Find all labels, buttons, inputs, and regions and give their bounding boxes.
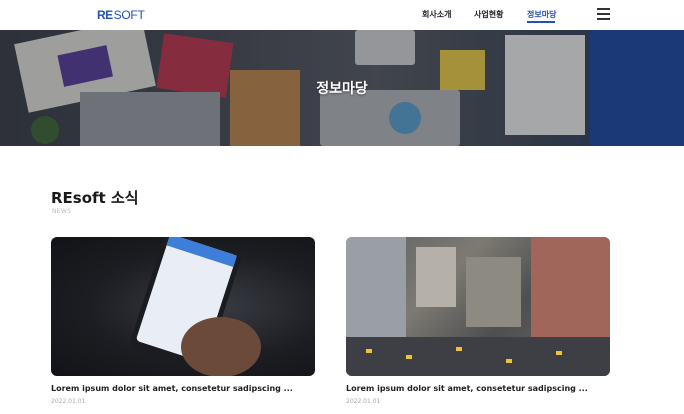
nav-item-business[interactable]: 사업현황: [474, 9, 503, 20]
news-card-image[interactable]: [51, 237, 315, 376]
news-card[interactable]: Lorem ipsum dolor sit amet, consetetur s…: [51, 237, 315, 405]
section-title: REsoft 소식: [51, 189, 139, 207]
logo[interactable]: RE SOFT: [97, 8, 145, 22]
news-card-title[interactable]: Lorem ipsum dolor sit amet, consetetur s…: [346, 384, 610, 393]
site-header: RE SOFT 회사소개 사업현황 정보마당: [0, 0, 684, 30]
hero-title: 정보마당: [316, 81, 368, 97]
news-card-date: 2022.01.01: [51, 398, 86, 405]
nav-item-info[interactable]: 정보마당: [527, 9, 556, 20]
logo-mark: RE: [97, 8, 113, 22]
city-aerial-photo: [346, 237, 610, 376]
smartphone-photo: [130, 237, 261, 376]
news-card[interactable]: Lorem ipsum dolor sit amet, consetetur s…: [346, 237, 610, 405]
news-card-image[interactable]: [346, 237, 610, 376]
section-subtitle: NEWS: [52, 208, 72, 215]
nav-item-company[interactable]: 회사소개: [422, 9, 451, 20]
hamburger-menu-icon[interactable]: [597, 8, 611, 21]
nav-active-underline: [527, 21, 555, 23]
hero-banner: 정보마당: [0, 30, 684, 146]
news-card-date: 2022.01.01: [346, 398, 381, 405]
logo-text: SOFT: [113, 8, 145, 22]
news-card-title[interactable]: Lorem ipsum dolor sit amet, consetetur s…: [51, 384, 315, 393]
